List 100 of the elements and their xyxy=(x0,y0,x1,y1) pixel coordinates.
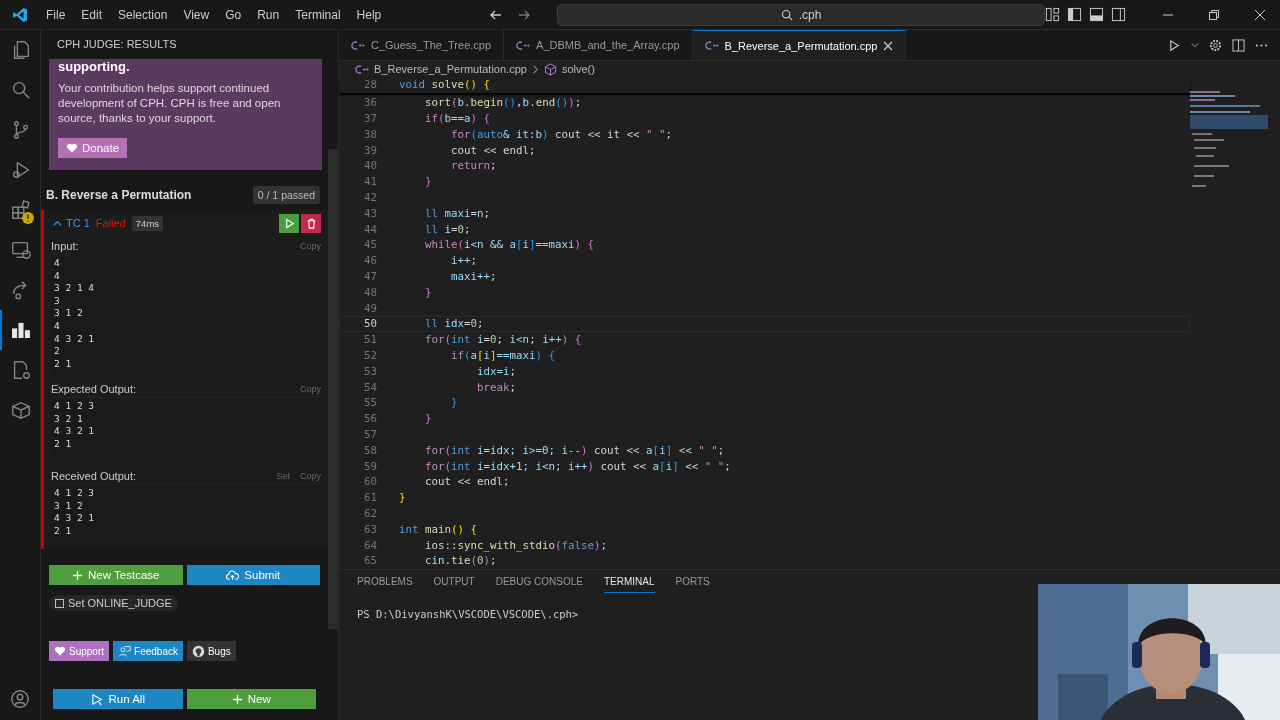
problem-title: B. Reverse a Permutation xyxy=(46,188,193,202)
code-line: cout << endl; xyxy=(450,143,536,157)
menu-item[interactable]: View xyxy=(175,7,218,22)
panel-toggle-icon[interactable] xyxy=(1089,7,1104,22)
code-line: ll i=0; xyxy=(424,222,471,236)
chevron-right-icon xyxy=(531,64,539,74)
box-icon[interactable] xyxy=(10,399,32,421)
line-number: 60 xyxy=(363,475,377,489)
passed-count: 0 / 1 passed xyxy=(252,186,320,204)
testcase-toggle[interactable]: TC 1 xyxy=(53,217,90,229)
account-icon[interactable] xyxy=(9,688,31,710)
secondary-sidebar-icon[interactable] xyxy=(1111,7,1126,22)
delete-button[interactable] xyxy=(301,213,321,233)
layout-icon[interactable] xyxy=(1045,7,1060,22)
panel-tab[interactable]: PROBLEMS xyxy=(357,576,413,592)
line-number: 38 xyxy=(363,127,377,141)
code-line: cin.tie(0); xyxy=(424,554,497,568)
line-number: 57 xyxy=(363,427,377,441)
donate-button[interactable]: Donate xyxy=(58,138,128,158)
cpp-file-icon xyxy=(704,40,719,51)
bugs-button[interactable]: Bugs xyxy=(186,641,236,661)
submit-button[interactable]: Submit xyxy=(186,565,320,585)
code-line: maxi++; xyxy=(450,269,497,283)
line-number: 56 xyxy=(363,412,377,426)
line-number: 47 xyxy=(363,269,377,283)
cloud-upload-icon xyxy=(226,569,240,581)
code-line: for(int i=idx; i>=0; i--) cout << a[i] << " "; xyxy=(424,443,725,457)
code-line: ll idx=0; xyxy=(424,317,484,331)
code-line: ios::sync_with_stdio(false); xyxy=(424,538,608,552)
line-number: 61 xyxy=(363,491,377,505)
feedback-button[interactable]: Feedback xyxy=(113,641,183,661)
support-button[interactable]: Support xyxy=(49,641,110,661)
menu-item[interactable]: Terminal xyxy=(287,7,349,22)
close-icon[interactable] xyxy=(883,40,894,51)
line-number: 41 xyxy=(363,175,377,189)
settings-icon[interactable] xyxy=(1209,38,1222,52)
line-number: 59 xyxy=(363,459,377,473)
menu-item[interactable]: Edit xyxy=(73,7,110,22)
code-line: for(int i=0; i<n; i++) { xyxy=(424,333,582,347)
section-label: Received Output: xyxy=(51,470,136,482)
close-icon[interactable] xyxy=(1254,8,1266,21)
extensions-icon[interactable] xyxy=(10,199,32,221)
donate-text: Your contribution helps support continued development of CPH. CPH is free and open source, thanks to your support. xyxy=(58,81,282,126)
line-number: 37 xyxy=(363,112,377,125)
panel-tab[interactable]: PORTS xyxy=(675,576,710,592)
line-number: 40 xyxy=(363,159,377,173)
online-judge-checkbox[interactable]: Set ONLINE_JUDGE xyxy=(49,595,178,611)
sidebar-toggle-icon[interactable] xyxy=(1067,7,1082,22)
menu-item[interactable]: Help xyxy=(348,7,390,22)
cpp-file-icon xyxy=(516,39,531,51)
line-number: 65 xyxy=(363,554,377,568)
command-center-field[interactable]: .cph xyxy=(557,3,1045,26)
breadcrumb-item[interactable]: solve() xyxy=(561,63,595,75)
code-line: while(i<n && a[i]==maxi) { xyxy=(424,238,595,252)
code-line: if(b==a) { xyxy=(424,112,491,125)
panel-tab[interactable]: OUTPUT xyxy=(433,576,475,592)
code-line: } xyxy=(450,396,458,410)
code-line: } xyxy=(424,285,432,299)
donate-heading: supporting. xyxy=(58,59,130,75)
breadcrumb-item[interactable]: B_Reverse_a_Permutation.cpp xyxy=(374,63,527,75)
menu-item[interactable]: Go xyxy=(217,7,250,22)
heart-icon xyxy=(66,142,78,154)
code-line: break; xyxy=(476,380,517,394)
checkbox-icon xyxy=(55,598,64,608)
debug-icon[interactable] xyxy=(10,159,32,181)
search-icon[interactable] xyxy=(10,79,32,101)
panel-tab[interactable]: TERMINAL xyxy=(603,576,655,593)
code-line: idx=i; xyxy=(476,364,517,378)
run-all-button[interactable]: Run All xyxy=(53,689,183,709)
run-icon[interactable] xyxy=(1168,38,1181,52)
line-number: 28 xyxy=(363,78,377,92)
editor-tab[interactable]: C_Guess_The_Tree.cpp xyxy=(339,30,505,60)
menu-item[interactable]: Run xyxy=(249,7,288,22)
editor-tab[interactable]: B_Reverse_a_Permutation.cpp xyxy=(692,30,907,60)
code-line: for(int i=idx+1; i<n; i++) cout << a[i] << " "; xyxy=(424,459,731,473)
code-line: ll maxi=n; xyxy=(424,206,491,220)
remote-icon[interactable] xyxy=(10,239,32,261)
line-number: 58 xyxy=(363,443,377,457)
code-line: } xyxy=(424,412,432,426)
plus-icon xyxy=(231,693,243,705)
cpp-file-icon xyxy=(351,39,365,51)
menu-item[interactable]: Selection xyxy=(110,7,176,22)
plus-icon xyxy=(72,569,84,581)
panel-tab[interactable]: DEBUG CONSOLE xyxy=(495,576,583,592)
menu-item[interactable]: File xyxy=(38,7,74,22)
chevron-down-icon[interactable] xyxy=(1191,41,1199,49)
split-editor-icon[interactable] xyxy=(1232,38,1245,52)
restore-icon[interactable] xyxy=(1208,8,1220,21)
line-number: 64 xyxy=(363,538,377,552)
run-button[interactable] xyxy=(279,213,299,233)
code-line: cout << endl; xyxy=(424,475,510,489)
editor-tab[interactable]: A_DBMB_and_the_Array.cpp xyxy=(504,30,693,60)
section-label: Input: xyxy=(51,240,79,252)
line-number: 62 xyxy=(363,506,377,520)
testcase-status: Failed xyxy=(95,217,126,229)
code-line: void solve() { xyxy=(399,78,491,92)
line-number: 44 xyxy=(363,222,377,236)
line-number: 51 xyxy=(363,333,377,347)
feedback-icon xyxy=(118,644,132,658)
line-number: 36 xyxy=(363,96,377,110)
